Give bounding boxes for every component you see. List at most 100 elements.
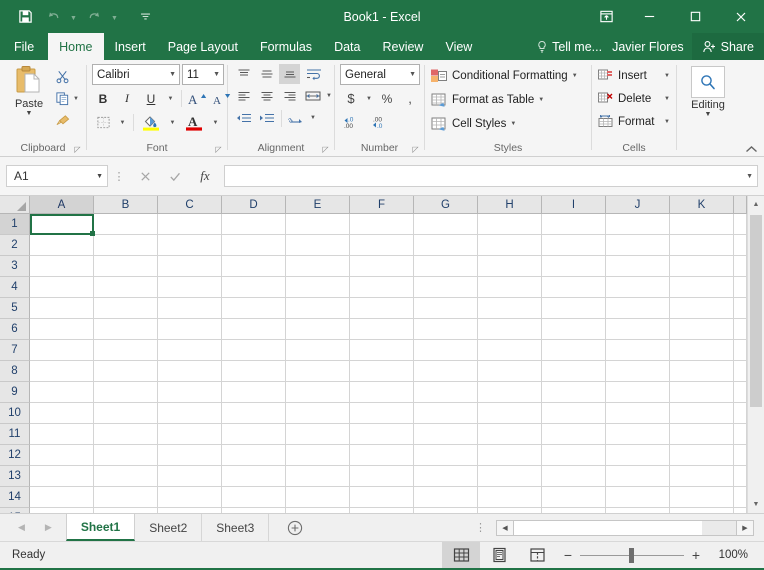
- cell-C3[interactable]: [158, 256, 222, 277]
- cell-F15[interactable]: [350, 508, 414, 513]
- cell-overflow[interactable]: [734, 214, 747, 235]
- cell-E11[interactable]: [286, 424, 350, 445]
- cell-J14[interactable]: [606, 487, 670, 508]
- cell-K5[interactable]: [670, 298, 734, 319]
- cell-A6[interactable]: [30, 319, 94, 340]
- cell-H10[interactable]: [478, 403, 542, 424]
- tab-home[interactable]: Home: [48, 33, 103, 60]
- cell-overflow[interactable]: [734, 298, 747, 319]
- underline-dropdown-icon[interactable]: ▼: [164, 88, 177, 109]
- cell-A5[interactable]: [30, 298, 94, 319]
- cell-F1[interactable]: [350, 214, 414, 235]
- cell-B12[interactable]: [94, 445, 158, 466]
- cell-H12[interactable]: [478, 445, 542, 466]
- decrease-indent-button[interactable]: [233, 108, 254, 128]
- cell-C13[interactable]: [158, 466, 222, 487]
- select-all-button[interactable]: [0, 196, 30, 214]
- cell-A3[interactable]: [30, 256, 94, 277]
- cell-G6[interactable]: [414, 319, 478, 340]
- percent-format-button[interactable]: %: [376, 88, 398, 109]
- close-button[interactable]: [718, 0, 764, 33]
- cell-E1[interactable]: [286, 214, 350, 235]
- cell-J9[interactable]: [606, 382, 670, 403]
- cell-F10[interactable]: [350, 403, 414, 424]
- comma-format-button[interactable]: ,: [399, 88, 421, 109]
- cell-I13[interactable]: [542, 466, 606, 487]
- column-header-H[interactable]: H: [478, 196, 542, 214]
- cell-D8[interactable]: [222, 361, 286, 382]
- cancel-formula-icon[interactable]: [130, 165, 160, 187]
- copy-dropdown-icon[interactable]: ▼: [73, 96, 79, 102]
- align-right-button[interactable]: [279, 86, 300, 106]
- cell-J3[interactable]: [606, 256, 670, 277]
- cell-K1[interactable]: [670, 214, 734, 235]
- sheet-bar-splitter[interactable]: ⋮: [465, 514, 496, 541]
- cell-B2[interactable]: [94, 235, 158, 256]
- cell-E7[interactable]: [286, 340, 350, 361]
- font-dialog-launcher[interactable]: ◸: [213, 144, 224, 155]
- cell-overflow[interactable]: [734, 445, 747, 466]
- vertical-scroll-thumb[interactable]: [750, 215, 762, 407]
- cell-G15[interactable]: [414, 508, 478, 513]
- orientation-dropdown-icon[interactable]: ▼: [310, 108, 322, 128]
- sheet-tab-sheet1[interactable]: Sheet1: [66, 513, 135, 541]
- cell-overflow[interactable]: [734, 403, 747, 424]
- cell-overflow[interactable]: [734, 487, 747, 508]
- cell-C7[interactable]: [158, 340, 222, 361]
- cell-D10[interactable]: [222, 403, 286, 424]
- vertical-scrollbar[interactable]: ▲ ▼: [747, 196, 764, 513]
- column-header-C[interactable]: C: [158, 196, 222, 214]
- cell-J8[interactable]: [606, 361, 670, 382]
- cell-B9[interactable]: [94, 382, 158, 403]
- insert-function-icon[interactable]: fx: [190, 165, 220, 187]
- cell-B14[interactable]: [94, 487, 158, 508]
- font-size-combo[interactable]: 11 ▼: [182, 64, 224, 85]
- row-header-5[interactable]: 5: [0, 298, 30, 319]
- normal-view-icon[interactable]: [442, 542, 480, 568]
- cell-overflow[interactable]: [734, 235, 747, 256]
- sheet-tab-sheet2[interactable]: Sheet2: [135, 514, 202, 541]
- cell-C8[interactable]: [158, 361, 222, 382]
- cell-I1[interactable]: [542, 214, 606, 235]
- cell-E5[interactable]: [286, 298, 350, 319]
- chevron-down-icon[interactable]: ▼: [664, 73, 670, 79]
- row-header-8[interactable]: 8: [0, 361, 30, 382]
- cell-D11[interactable]: [222, 424, 286, 445]
- expand-formula-bar-icon[interactable]: ▼: [746, 173, 753, 180]
- chevron-down-icon[interactable]: ▼: [538, 97, 544, 103]
- column-header-A[interactable]: A: [30, 196, 94, 214]
- cell-D2[interactable]: [222, 235, 286, 256]
- cell-I4[interactable]: [542, 277, 606, 298]
- cell-E14[interactable]: [286, 487, 350, 508]
- ribbon-display-options-icon[interactable]: [586, 0, 626, 33]
- scroll-up-button[interactable]: ▲: [748, 196, 764, 213]
- column-header-I[interactable]: I: [542, 196, 606, 214]
- font-color-button[interactable]: A: [181, 112, 207, 133]
- cell-K2[interactable]: [670, 235, 734, 256]
- cell-J10[interactable]: [606, 403, 670, 424]
- cell-E4[interactable]: [286, 277, 350, 298]
- increase-decimal-button[interactable]: .0.00: [340, 112, 366, 133]
- cell-I9[interactable]: [542, 382, 606, 403]
- wrap-text-button[interactable]: [302, 64, 326, 84]
- accounting-format-button[interactable]: $: [340, 88, 362, 109]
- cell-K10[interactable]: [670, 403, 734, 424]
- cell-overflow[interactable]: [734, 361, 747, 382]
- cell-F14[interactable]: [350, 487, 414, 508]
- redo-icon[interactable]: [81, 5, 107, 29]
- column-header-J[interactable]: J: [606, 196, 670, 214]
- tab-insert[interactable]: Insert: [104, 33, 157, 60]
- paste-dropdown-icon[interactable]: ▼: [26, 110, 33, 118]
- cell-C6[interactable]: [158, 319, 222, 340]
- bottom-align-button[interactable]: [279, 64, 300, 84]
- cell-I5[interactable]: [542, 298, 606, 319]
- row-header-4[interactable]: 4: [0, 277, 30, 298]
- tab-file[interactable]: File: [0, 33, 48, 60]
- tab-data[interactable]: Data: [323, 33, 371, 60]
- cell-G11[interactable]: [414, 424, 478, 445]
- cell-C5[interactable]: [158, 298, 222, 319]
- column-header-K[interactable]: K: [670, 196, 734, 214]
- cell-E10[interactable]: [286, 403, 350, 424]
- row-header-2[interactable]: 2: [0, 235, 30, 256]
- cell-F7[interactable]: [350, 340, 414, 361]
